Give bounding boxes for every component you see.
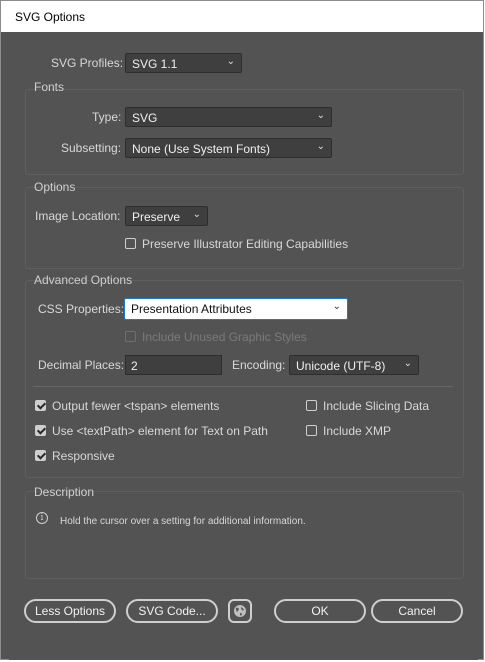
include-unused-styles-checkbox[interactable] (125, 331, 136, 342)
svg-options-dialog: SVG Options SVG Profiles: SVG 1.1 ⌄ Font… (0, 0, 484, 660)
globe-icon (234, 605, 246, 617)
use-textpath-label: Use <textPath> element for Text on Path (52, 424, 268, 438)
decimal-places-value: 2 (131, 359, 138, 373)
svg-profiles-value: SVG 1.1 (132, 57, 178, 71)
chevron-down-icon: ⌄ (226, 56, 235, 67)
font-type-dropdown[interactable]: SVG ⌄ (125, 107, 332, 127)
description-group (25, 491, 464, 579)
subsetting-label: Subsetting: (61, 141, 122, 155)
include-xmp-checkbox[interactable] (306, 425, 317, 436)
use-textpath-checkbox[interactable] (35, 425, 46, 436)
svg-profiles-dropdown[interactable]: SVG 1.1 ⌄ (125, 53, 242, 73)
fonts-group (25, 89, 464, 175)
image-location-label: Image Location: (35, 209, 121, 223)
decimal-places-label: Decimal Places: (38, 358, 125, 372)
encoding-label: Encoding: (232, 358, 286, 372)
chevron-down-icon: ⌄ (403, 358, 412, 369)
advanced-separator (33, 386, 453, 387)
font-type-value: SVG (132, 111, 158, 125)
encoding-value: Unicode (UTF-8) (296, 359, 386, 373)
description-section-title: Description (34, 485, 95, 499)
css-properties-dropdown[interactable]: Presentation Attributes ⌄ (124, 298, 348, 320)
preserve-editing-label: Preserve Illustrator Editing Capabilitie… (142, 237, 349, 251)
image-location-value: Preserve (132, 210, 181, 224)
chevron-down-icon: ⌄ (316, 110, 325, 121)
include-slicing-checkbox[interactable] (306, 400, 317, 411)
preserve-editing-checkbox[interactable] (125, 238, 136, 249)
css-properties-label: CSS Properties: (38, 302, 125, 316)
dialog-title: SVG Options (15, 10, 86, 24)
image-location-dropdown[interactable]: Preserve ⌄ (125, 206, 208, 226)
ok-button[interactable]: OK (274, 599, 366, 623)
advanced-options-section-title: Advanced Options (34, 273, 133, 287)
chevron-down-icon: ⌄ (192, 209, 201, 220)
options-section-title: Options (34, 180, 76, 194)
dialog-body: SVG Profiles: SVG 1.1 ⌄ Fonts Type: SVG … (9, 32, 478, 660)
responsive-checkbox[interactable] (35, 450, 46, 461)
css-properties-value: Presentation Attributes (131, 302, 252, 316)
svg-profiles-label: SVG Profiles: (51, 56, 124, 70)
title-bar: SVG Options (1, 1, 483, 32)
encoding-dropdown[interactable]: Unicode (UTF-8) ⌄ (289, 355, 419, 375)
font-type-label: Type: (92, 110, 122, 124)
include-xmp-label: Include XMP (323, 424, 392, 438)
chevron-down-icon: ⌄ (316, 141, 325, 152)
subsetting-value: None (Use System Fonts) (132, 142, 271, 156)
include-slicing-label: Include Slicing Data (323, 399, 430, 413)
globe-button[interactable] (228, 599, 252, 623)
output-fewer-tspan-checkbox[interactable] (35, 400, 46, 411)
cancel-button[interactable]: Cancel (371, 599, 463, 623)
include-unused-styles-label: Include Unused Graphic Styles (142, 330, 307, 344)
subsetting-dropdown[interactable]: None (Use System Fonts) ⌄ (125, 138, 332, 158)
info-icon: i (36, 512, 48, 524)
less-options-button[interactable]: Less Options (24, 599, 116, 623)
svg-code-button[interactable]: SVG Code... (126, 599, 218, 623)
responsive-label: Responsive (52, 449, 115, 463)
options-group (25, 187, 464, 269)
fonts-section-title: Fonts (34, 80, 65, 94)
chevron-down-icon: ⌄ (332, 301, 341, 312)
output-fewer-tspan-label: Output fewer <tspan> elements (52, 399, 220, 413)
decimal-places-input[interactable]: 2 (125, 355, 222, 375)
description-text: Hold the cursor over a setting for addit… (60, 516, 306, 527)
